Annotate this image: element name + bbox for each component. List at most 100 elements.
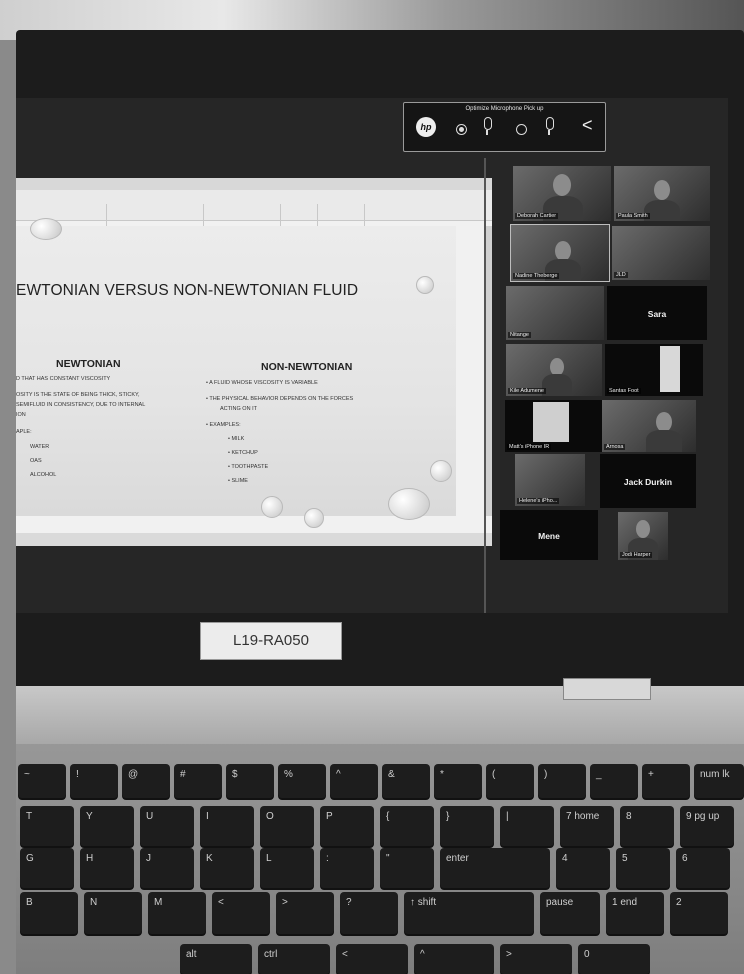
key-t[interactable]: T xyxy=(20,806,74,846)
microphone-icon xyxy=(482,117,492,135)
key-[interactable]: ? xyxy=(340,892,398,934)
left-item: SEMIFLUID IN CONSISTENCY, DUE TO INTERNA… xyxy=(16,402,146,408)
key-ctrl[interactable]: ctrl xyxy=(258,944,330,974)
key-[interactable]: > xyxy=(500,944,572,974)
key-label: * xyxy=(440,769,444,780)
key-g[interactable]: G xyxy=(20,848,74,888)
key-label: ) xyxy=(544,769,548,780)
key-[interactable]: { xyxy=(380,806,434,846)
key-[interactable]: % xyxy=(278,764,326,798)
key-b[interactable]: B xyxy=(20,892,78,934)
decorative-bubble xyxy=(430,460,452,482)
key-[interactable]: " xyxy=(380,848,434,888)
participant-tile[interactable]: Arnosa xyxy=(602,400,696,452)
key-9-pg-up[interactable]: 9 pg up xyxy=(680,806,734,846)
key-6[interactable]: 6 xyxy=(676,848,730,888)
key-y[interactable]: Y xyxy=(80,806,134,846)
key-[interactable]: ^ xyxy=(414,944,494,974)
participant-tile[interactable]: Jack Durkin xyxy=(600,454,696,508)
participant-name: Helene's iPho... xyxy=(517,498,560,504)
key-n[interactable]: N xyxy=(84,892,142,934)
key-[interactable]: | xyxy=(500,806,554,846)
slide-title: EWTONIAN VERSUS NON-NEWTONIAN FLUID xyxy=(16,282,359,299)
participant-tile[interactable]: Sara xyxy=(607,286,707,340)
key-enter[interactable]: enter xyxy=(440,848,550,888)
participant-tile[interactable]: Helene's iPho... xyxy=(515,454,585,506)
participant-tile[interactable]: Matt's iPhone IR xyxy=(505,400,603,452)
participant-name: JLD xyxy=(614,272,628,278)
key-m[interactable]: M xyxy=(148,892,206,934)
key-label: $ xyxy=(232,769,238,780)
key-[interactable]: + xyxy=(642,764,690,798)
key-[interactable]: > xyxy=(276,892,334,934)
mic-mode-radio[interactable] xyxy=(516,124,527,135)
key-[interactable]: ! xyxy=(70,764,118,798)
key-label: < xyxy=(218,897,224,908)
participant-tile[interactable]: Paula Smith xyxy=(614,166,710,221)
ribbon-group-editing[interactable] xyxy=(282,204,318,228)
gallery-divider[interactable] xyxy=(484,158,486,613)
key-[interactable]: } xyxy=(440,806,494,846)
participant-name: Mene xyxy=(538,531,560,541)
ribbon-group-voice[interactable] xyxy=(319,204,365,228)
participant-tile[interactable]: Deborah Cartier xyxy=(513,166,611,221)
ribbon-group-drawing[interactable] xyxy=(108,204,204,228)
decorative-bubble xyxy=(30,218,62,240)
right-item: • A FLUID WHOSE VISCOSITY IS VARIABLE xyxy=(206,380,318,386)
key-label: | xyxy=(506,811,509,822)
participant-tile[interactable]: Jodi Harper xyxy=(618,512,668,560)
key-5[interactable]: 5 xyxy=(616,848,670,888)
key-pause[interactable]: pause xyxy=(540,892,600,934)
key-7-home[interactable]: 7 home xyxy=(560,806,614,846)
key-4[interactable]: 4 xyxy=(556,848,610,888)
hp-bar-title: Optimize Microphone Pick up xyxy=(465,106,544,112)
key-1-end[interactable]: 1 end xyxy=(606,892,664,934)
left-item: D THAT HAS CONSTANT VISCOSITY xyxy=(16,376,111,382)
key-[interactable]: _ xyxy=(590,764,638,798)
key-[interactable]: ~ xyxy=(18,764,66,798)
participant-tile[interactable]: Santas Foot xyxy=(605,344,703,396)
ppt-ribbon xyxy=(16,190,492,228)
participant-tile[interactable]: Mene xyxy=(500,510,598,560)
key-[interactable]: ( xyxy=(486,764,534,798)
participant-tile[interactable]: JLD xyxy=(612,226,710,280)
key-label: N xyxy=(90,897,98,908)
key-shift[interactable]: ↑ shift xyxy=(404,892,534,934)
key-h[interactable]: H xyxy=(80,848,134,888)
key-[interactable]: $ xyxy=(226,764,274,798)
decorative-bubble xyxy=(416,276,434,294)
key-2[interactable]: 2 xyxy=(670,892,728,934)
participant-tile-active-speaker[interactable]: Nadine Theberge xyxy=(510,224,610,282)
key-[interactable]: & xyxy=(382,764,430,798)
right-item: • MILK xyxy=(228,436,245,442)
key-label: Y xyxy=(86,811,93,822)
key-[interactable]: ) xyxy=(538,764,586,798)
key-o[interactable]: O xyxy=(260,806,314,846)
participant-tile[interactable]: Kile Adumene xyxy=(506,344,602,396)
key-k[interactable]: K xyxy=(200,848,254,888)
ribbon-group-arrange[interactable] xyxy=(205,204,281,228)
key-p[interactable]: P xyxy=(320,806,374,846)
key-num-lk[interactable]: num lk xyxy=(694,764,744,798)
key-0[interactable]: 0 xyxy=(578,944,650,974)
key-8[interactable]: 8 xyxy=(620,806,674,846)
key-[interactable]: * xyxy=(434,764,482,798)
key-u[interactable]: U xyxy=(140,806,194,846)
key-[interactable]: : xyxy=(320,848,374,888)
key-[interactable]: ^ xyxy=(330,764,378,798)
key-[interactable]: < xyxy=(212,892,270,934)
key-[interactable]: # xyxy=(174,764,222,798)
key-label: P xyxy=(326,811,333,822)
ribbon-group-paragraph[interactable] xyxy=(16,204,107,228)
key-[interactable]: < xyxy=(336,944,408,974)
participant-tile[interactable]: Nitange xyxy=(506,286,604,340)
left-item: OAS xyxy=(30,458,42,464)
key-i[interactable]: I xyxy=(200,806,254,846)
key-alt[interactable]: alt xyxy=(180,944,252,974)
mic-mode-radio-selected[interactable] xyxy=(456,124,467,135)
key-l[interactable]: L xyxy=(260,848,314,888)
participant-name: Deborah Cartier xyxy=(515,213,559,219)
key-j[interactable]: J xyxy=(140,848,194,888)
collapse-chevron-icon[interactable]: < xyxy=(582,115,593,136)
key-[interactable]: @ xyxy=(122,764,170,798)
